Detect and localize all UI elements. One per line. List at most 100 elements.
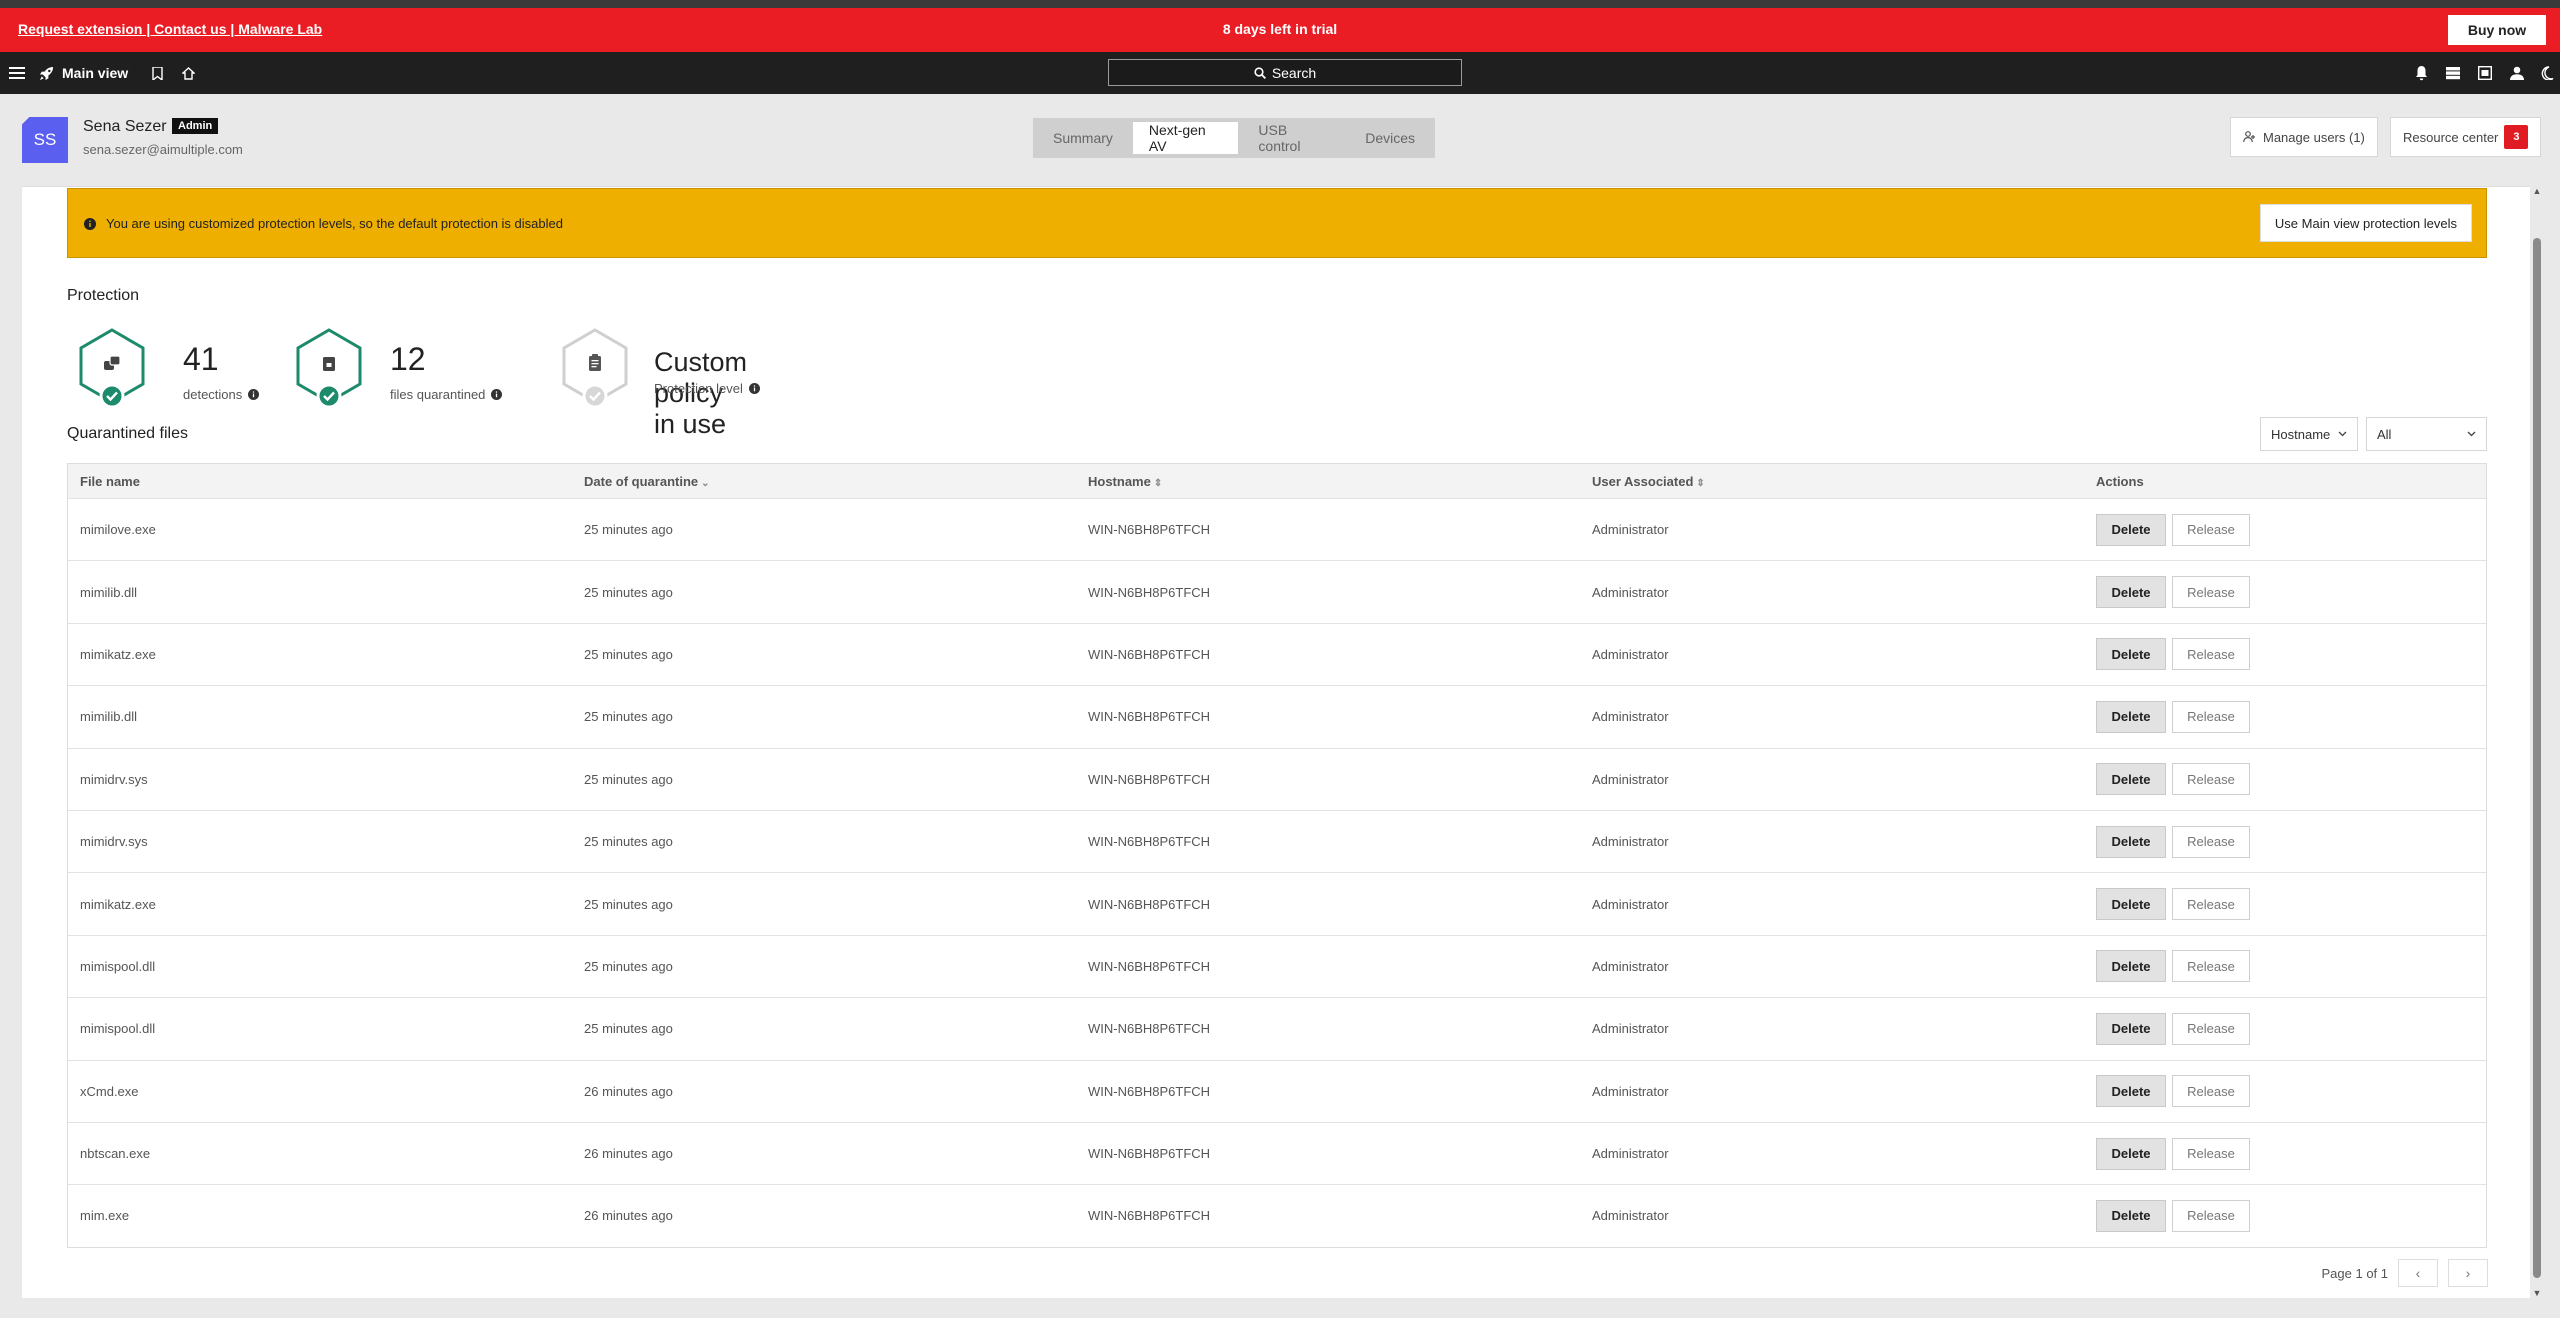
table-row: nbtscan.exe 26 minutes ago WIN-N6BH8P6TFCH… [68, 1121, 2486, 1184]
use-main-view-protection-button[interactable]: Use Main view protection levels [2259, 204, 2472, 242]
file-name-cell: mimidrv.sys [80, 771, 148, 787]
release-button[interactable]: Release [2172, 576, 2250, 609]
release-button[interactable]: Release [2172, 513, 2250, 546]
release-button[interactable]: Release [2172, 763, 2250, 796]
user-profile-icon[interactable] [2508, 52, 2526, 94]
release-button[interactable]: Release [2172, 700, 2250, 733]
table-row: mimikatz.exe 25 minutes ago WIN-N6BH8P6TFC… [68, 872, 2486, 934]
quarantined-files-heading: Quarantined files [67, 425, 188, 442]
actions-cell: Delete Release [2084, 950, 2486, 983]
resource-center-label: Resource center [2403, 129, 2499, 145]
table-row: mimidrv.sys 25 minutes ago WIN-N6BH8P6TFCH… [68, 809, 2486, 872]
user-cell: Administrator [1592, 646, 1669, 662]
scroll-down-icon[interactable]: ▼ [2530, 1288, 2544, 1298]
delete-button[interactable]: Delete [2096, 763, 2166, 796]
delete-button[interactable]: Delete [2096, 1012, 2166, 1045]
col-user-associated[interactable]: User Associated ⇕ [1580, 474, 2084, 489]
actions-cell: Delete Release [2084, 513, 2486, 546]
table-row: mimidrv.sys 25 minutes ago WIN-N6BH8P6TFCH… [68, 747, 2486, 810]
tab-summary[interactable]: Summary [1037, 122, 1129, 154]
policy-info-icon[interactable] [748, 383, 760, 394]
col-date-of-quarantine[interactable]: Date of quarantine ⌄ [572, 474, 1076, 489]
filter-field-select[interactable]: Hostname [2260, 417, 2358, 451]
resource-count-badge: 3 [2504, 125, 2529, 149]
buy-now-button[interactable]: Buy now [2448, 15, 2546, 45]
delete-button[interactable]: Delete [2096, 700, 2166, 733]
filter-value-select[interactable]: All [2366, 417, 2487, 451]
actions-cell: Delete Release [2084, 1199, 2486, 1232]
release-button[interactable]: Release [2172, 1075, 2250, 1108]
release-button[interactable]: Release [2172, 888, 2250, 921]
user-cell: Administrator [1592, 1208, 1669, 1224]
delete-button[interactable]: Delete [2096, 638, 2166, 671]
delete-button[interactable]: Delete [2096, 576, 2166, 609]
delete-button[interactable]: Delete [2096, 825, 2166, 858]
quarantined-files-table: File name Date of quarantine ⌄ Hostname ⇕ … [67, 463, 2487, 1248]
detections-info-icon[interactable] [248, 389, 260, 400]
table-row: xCmd.exe 26 minutes ago WIN-N6BH8P6TFCH Adm… [68, 1059, 2486, 1122]
delete-button[interactable]: Delete [2096, 1199, 2166, 1232]
file-name-cell: nbtscan.exe [80, 1146, 151, 1162]
tab-next-gen-av[interactable]: Next-gen AV [1132, 122, 1239, 154]
user-cell: Administrator [1592, 1146, 1669, 1162]
delete-button[interactable]: Delete [2096, 513, 2166, 546]
user-email: sena.sezer@aimultiple.com [83, 142, 243, 157]
main-view-label[interactable]: Main view [62, 52, 128, 94]
server-stack-icon[interactable] [2444, 52, 2462, 94]
release-button[interactable]: Release [2172, 638, 2250, 671]
date-cell: 26 minutes ago [584, 1083, 673, 1099]
release-button[interactable]: Release [2172, 950, 2250, 983]
actions-cell: Delete Release [2084, 700, 2486, 733]
table-body: mimilove.exe 25 minutes ago WIN-N6BH8P6TFC… [68, 498, 2486, 1247]
user-cell: Administrator [1592, 834, 1669, 850]
delete-button[interactable]: Delete [2096, 1075, 2166, 1108]
hostname-cell: WIN-N6BH8P6TFCH [1088, 584, 1211, 600]
scrollbar-thumb[interactable] [2533, 238, 2541, 1278]
manage-users-label: Manage users (1) [2263, 129, 2365, 145]
manage-users-button[interactable]: Manage users (1) [2230, 117, 2378, 157]
next-page-button[interactable]: › [2448, 1259, 2488, 1287]
actions-cell: Delete Release [2084, 576, 2486, 609]
actions-cell: Delete Release [2084, 638, 2486, 671]
delete-button[interactable]: Delete [2096, 888, 2166, 921]
resource-center-button[interactable]: Resource center 3 [2390, 117, 2542, 157]
tab-usb-control[interactable]: USB control [1242, 122, 1345, 154]
table-row: mim.exe 26 minutes ago WIN-N6BH8P6TFCH Admi… [68, 1184, 2486, 1246]
info-icon [84, 217, 96, 230]
quarantined-info-icon[interactable] [491, 389, 503, 400]
release-button[interactable]: Release [2172, 1199, 2250, 1232]
table-row: mimilib.dll 25 minutes ago WIN-N6BH8P6TFCH… [68, 560, 2486, 622]
tab-devices[interactable]: Devices [1349, 122, 1431, 154]
delete-button[interactable]: Delete [2096, 1137, 2166, 1170]
scrollbar[interactable]: ▲ ▼ [2530, 186, 2544, 1298]
delete-button[interactable]: Delete [2096, 950, 2166, 983]
date-cell: 25 minutes ago [584, 522, 673, 538]
date-cell: 25 minutes ago [584, 896, 673, 912]
col-hostname[interactable]: Hostname ⇕ [1076, 474, 1580, 489]
actions-cell: Delete Release [2084, 825, 2486, 858]
bookmark-icon[interactable] [148, 52, 166, 94]
filter-value: All [2377, 426, 2392, 442]
dark-mode-icon[interactable] [2538, 52, 2556, 94]
prev-page-button[interactable]: ‹ [2398, 1259, 2438, 1287]
release-button[interactable]: Release [2172, 825, 2250, 858]
hostname-cell: WIN-N6BH8P6TFCH [1088, 1083, 1211, 1099]
search-input[interactable]: Search [1108, 59, 1462, 86]
user-cell: Administrator [1592, 584, 1669, 600]
quarantine-lock-icon [296, 328, 362, 409]
user-cell: Administrator [1592, 771, 1669, 787]
hamburger-menu-icon[interactable] [6, 52, 28, 94]
date-cell: 26 minutes ago [584, 1146, 673, 1162]
bell-icon[interactable] [2412, 52, 2430, 94]
hostname-cell: WIN-N6BH8P6TFCH [1088, 709, 1211, 725]
scroll-up-icon[interactable]: ▲ [2530, 186, 2544, 196]
user-cell: Administrator [1592, 1083, 1669, 1099]
user-cell: Administrator [1592, 522, 1669, 538]
release-button[interactable]: Release [2172, 1012, 2250, 1045]
hostname-cell: WIN-N6BH8P6TFCH [1088, 1208, 1211, 1224]
detections-count: 41 [183, 341, 219, 377]
device-panel-icon[interactable] [2476, 52, 2494, 94]
home-icon[interactable] [179, 52, 197, 94]
user-cell: Administrator [1592, 709, 1669, 725]
release-button[interactable]: Release [2172, 1137, 2250, 1170]
